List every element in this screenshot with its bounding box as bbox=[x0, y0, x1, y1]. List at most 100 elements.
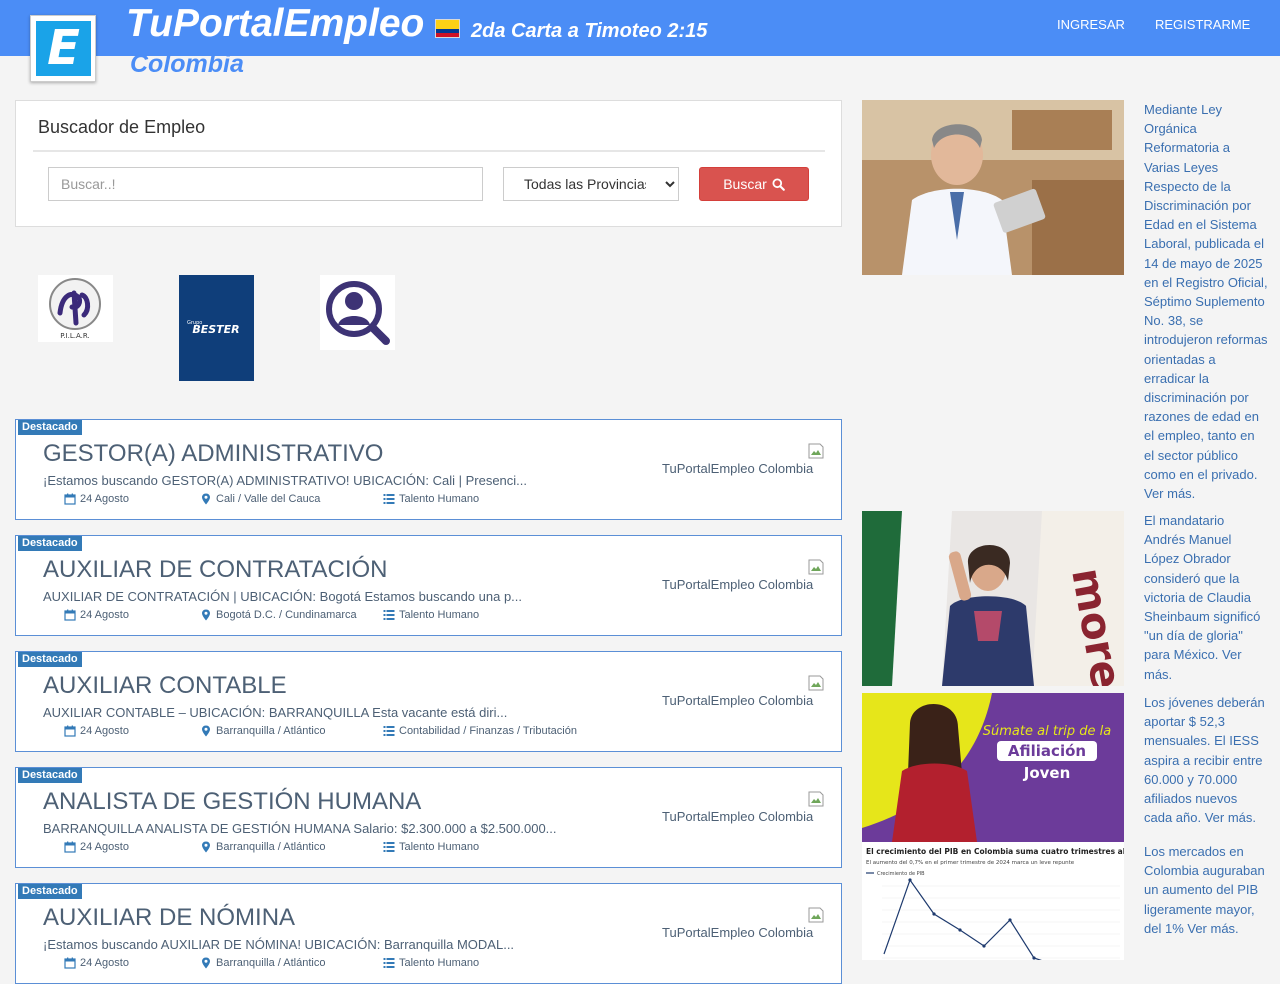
list-icon bbox=[383, 494, 395, 504]
featured-badge: Destacado bbox=[18, 420, 82, 435]
calendar-icon bbox=[64, 493, 76, 505]
job-company: TuPortalEmpleo Colombia bbox=[662, 693, 814, 708]
featured-badge: Destacado bbox=[18, 884, 82, 899]
pib-chart-thumbnail: El crecimiento del PIB en Colombia suma … bbox=[862, 842, 1124, 960]
job-date-text: 24 Agosto bbox=[80, 493, 129, 505]
job-description: BARRANQUILLA ANALISTA DE GESTIÓN HUMANA … bbox=[43, 821, 557, 836]
search-icon bbox=[772, 177, 785, 191]
job-title[interactable]: AUXILIAR CONTABLE bbox=[43, 672, 287, 700]
list-icon bbox=[383, 610, 395, 620]
calendar-icon bbox=[64, 609, 76, 621]
news-image-worker[interactable] bbox=[862, 100, 1124, 275]
search-input[interactable] bbox=[48, 167, 483, 201]
job-title[interactable]: GESTOR(A) ADMINISTRATIVO bbox=[43, 440, 383, 468]
job-card[interactable]: Destacado ANALISTA DE GESTIÓN HUMANA BAR… bbox=[15, 767, 842, 868]
job-card[interactable]: Destacado GESTOR(A) ADMINISTRATIVO ¡Esta… bbox=[15, 419, 842, 520]
list-icon bbox=[383, 958, 395, 968]
map-marker-icon bbox=[202, 725, 210, 737]
job-category: Talento Humano bbox=[383, 609, 479, 621]
job-company: TuPortalEmpleo Colombia bbox=[662, 577, 814, 592]
bester-logo-text: BESTER bbox=[192, 323, 239, 336]
news-item-text[interactable]: Mediante Ley Orgánica Reformatoria a Var… bbox=[1144, 100, 1268, 503]
search-title: Buscador de Empleo bbox=[38, 117, 206, 137]
job-date: 24 Agosto bbox=[64, 609, 129, 621]
province-select[interactable]: Todas las Provincias bbox=[503, 167, 679, 201]
search-button-label: Buscar bbox=[723, 176, 767, 192]
broken-image-icon bbox=[808, 675, 824, 691]
job-date-text: 24 Agosto bbox=[80, 609, 129, 621]
job-title[interactable]: AUXILIAR DE CONTRATACIÓN bbox=[43, 556, 387, 584]
job-category-text: Contabilidad / Finanzas / Tributación bbox=[399, 725, 577, 737]
company-logo-search[interactable] bbox=[320, 275, 395, 350]
job-location: Barranquilla / Atlántico bbox=[200, 841, 325, 853]
job-category: Talento Humano bbox=[383, 493, 479, 505]
broken-image-icon bbox=[808, 907, 824, 923]
job-company: TuPortalEmpleo Colombia bbox=[662, 925, 814, 940]
job-category-text: Talento Humano bbox=[399, 841, 480, 853]
site-brand[interactable]: TuPortalEmpleo bbox=[126, 2, 424, 46]
banner-line-2: Afiliación bbox=[1008, 742, 1086, 760]
bester-logo-icon: Grupo BESTER bbox=[187, 320, 240, 336]
job-location-text: Barranquilla / Atlántico bbox=[216, 957, 326, 969]
job-category-text: Talento Humano bbox=[399, 957, 480, 969]
pib-thumb-subtitle: El aumento del 0,7% en el primer trimest… bbox=[866, 860, 1075, 866]
featured-badge: Destacado bbox=[18, 536, 82, 551]
list-icon bbox=[383, 726, 395, 736]
magnifier-person-icon bbox=[326, 281, 390, 345]
news-image-politics[interactable]: more bbox=[862, 511, 1124, 686]
site-logo[interactable]: E bbox=[30, 15, 96, 82]
job-date-text: 24 Agosto bbox=[80, 725, 129, 737]
job-location-text: Bogotá D.C. / Cundinamarca bbox=[216, 609, 357, 621]
pilar-logo-icon: P.I.L.A.R. bbox=[49, 278, 101, 340]
job-location: Barranquilla / Atlántico bbox=[200, 725, 325, 737]
news-item-text[interactable]: El mandatario Andrés Manuel López Obrado… bbox=[1144, 511, 1268, 684]
banner-line-3: Joven bbox=[1023, 764, 1071, 782]
pilar-logo-text: P.I.L.A.R. bbox=[60, 332, 90, 340]
company-logo-pilar[interactable]: P.I.L.A.R. bbox=[38, 275, 113, 342]
job-description: AUXILIAR DE CONTRATACIÓN | UBICACIÓN: Bo… bbox=[43, 589, 523, 604]
news-image-iess[interactable]: Súmate al trip de la Afiliación Joven bbox=[862, 693, 1124, 842]
job-title[interactable]: AUXILIAR DE NÓMINA bbox=[43, 904, 295, 932]
job-category: Talento Humano bbox=[383, 957, 479, 969]
job-location: Barranquilla / Atlántico bbox=[200, 957, 325, 969]
calendar-icon bbox=[64, 725, 76, 737]
job-title[interactable]: ANALISTA DE GESTIÓN HUMANA bbox=[43, 788, 421, 816]
divider bbox=[33, 150, 825, 152]
company-logo-bester[interactable]: Grupo BESTER bbox=[179, 275, 254, 381]
worker-tablet-photo bbox=[862, 100, 1124, 275]
job-card[interactable]: Destacado AUXILIAR DE CONTRATACIÓN AUXIL… bbox=[15, 535, 842, 636]
map-marker-icon bbox=[202, 493, 210, 505]
job-company: TuPortalEmpleo Colombia bbox=[662, 809, 814, 824]
colombia-flag-icon bbox=[435, 19, 460, 38]
list-icon bbox=[383, 842, 395, 852]
job-date: 24 Agosto bbox=[64, 725, 129, 737]
politician-photo: more bbox=[862, 511, 1124, 686]
map-marker-icon bbox=[202, 609, 210, 621]
search-button[interactable]: Buscar bbox=[699, 167, 809, 201]
login-link[interactable]: INGRESAR bbox=[1057, 17, 1125, 32]
news-image-pib[interactable]: El crecimiento del PIB en Colombia suma … bbox=[862, 842, 1124, 960]
news-item-text[interactable]: Los mercados en Colombia auguraban un au… bbox=[1144, 842, 1268, 938]
featured-badge: Destacado bbox=[18, 652, 82, 667]
job-location-text: Barranquilla / Atlántico bbox=[216, 841, 326, 853]
featured-badge: Destacado bbox=[18, 768, 82, 783]
top-bar: TuPortalEmpleo 2da Carta a Timoteo 2:15 … bbox=[0, 0, 1280, 56]
country-subtitle: Colombia bbox=[130, 50, 244, 78]
register-link[interactable]: REGISTRARME bbox=[1155, 17, 1250, 32]
job-date-text: 24 Agosto bbox=[80, 957, 129, 969]
news-item-text[interactable]: Los jóvenes deberán aportar $ 52,3 mensu… bbox=[1144, 693, 1268, 827]
job-description: ¡Estamos buscando GESTOR(A) ADMINISTRATI… bbox=[43, 473, 528, 488]
broken-image-icon bbox=[808, 559, 824, 575]
job-date: 24 Agosto bbox=[64, 841, 129, 853]
job-description: AUXILIAR CONTABLE – UBICACIÓN: BARRANQUI… bbox=[43, 705, 508, 720]
job-card[interactable]: Destacado AUXILIAR CONTABLE AUXILIAR CON… bbox=[15, 651, 842, 752]
job-date: 24 Agosto bbox=[64, 493, 129, 505]
job-category-text: Talento Humano bbox=[399, 493, 480, 505]
job-location-text: Cali / Valle del Cauca bbox=[216, 493, 321, 505]
job-company: TuPortalEmpleo Colombia bbox=[662, 461, 814, 476]
job-description: ¡Estamos buscando AUXILIAR DE NÓMINA! UB… bbox=[43, 937, 515, 952]
job-date: 24 Agosto bbox=[64, 957, 129, 969]
job-category: Talento Humano bbox=[383, 841, 479, 853]
job-category-text: Talento Humano bbox=[399, 609, 480, 621]
job-card[interactable]: Destacado AUXILIAR DE NÓMINA ¡Estamos bu… bbox=[15, 883, 842, 984]
